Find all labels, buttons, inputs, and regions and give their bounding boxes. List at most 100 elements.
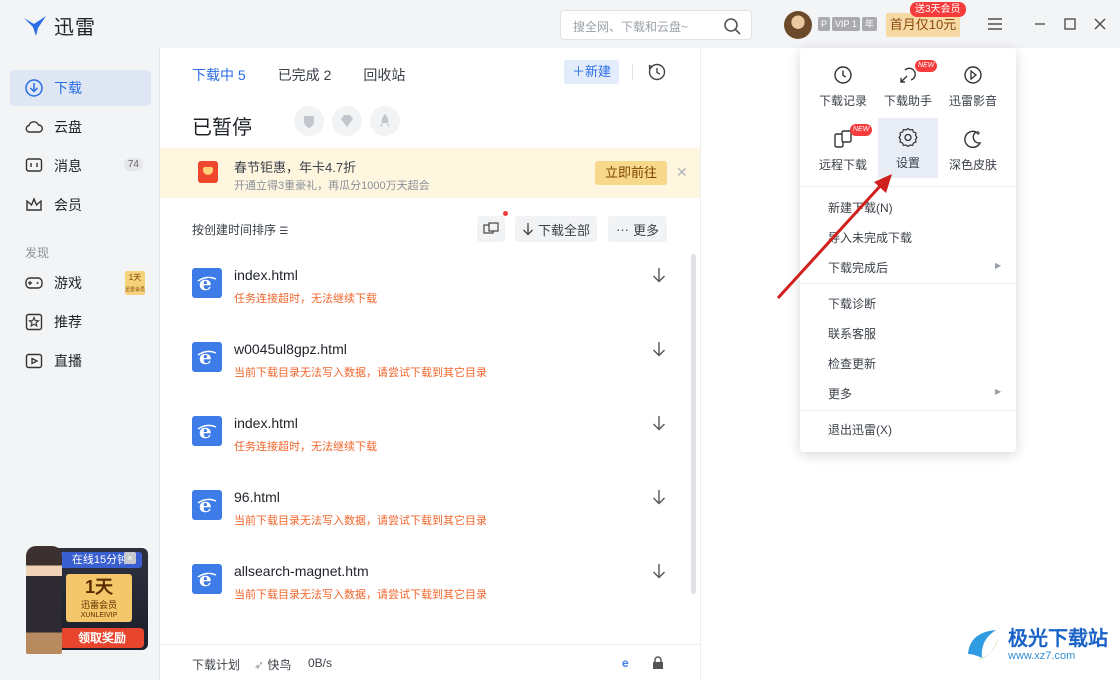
vip-badge: 年 (861, 17, 877, 31)
arrow-down-icon (523, 223, 533, 236)
file-name: 96.html (234, 489, 280, 505)
new-tag: NEW (850, 124, 873, 136)
resume-download-icon[interactable] (650, 340, 668, 358)
download-row[interactable]: e w0045ul8gpz.html 当前下载目录无法写入数据，请尝试下载到其它目录 (160, 328, 690, 402)
avatar[interactable] (784, 11, 812, 39)
watermark-text: 极光下载站 www.xz7.com (1008, 628, 1108, 663)
sidebar-item-membership[interactable]: 会员 (10, 187, 151, 223)
vip-badge: P (818, 17, 831, 31)
menu-download-history[interactable]: 下载记录 (812, 56, 874, 114)
menu-xunlei-player[interactable]: 迅雷影音 (942, 56, 1004, 114)
diamond-boost-icon[interactable] (332, 106, 362, 136)
maximize-button[interactable] (1060, 14, 1080, 34)
shield-boost-icon[interactable] (294, 106, 324, 136)
kuainiao-link[interactable]: ➶ 快鸟 (254, 656, 291, 673)
claim-reward-button[interactable]: 领取奖励 (60, 628, 144, 648)
more-label: 更多 (632, 222, 659, 238)
error-message: 当前下载目录无法写入数据，请尝试下载到其它目录 (234, 515, 487, 527)
resume-download-icon[interactable] (650, 414, 668, 432)
promo-card-day: 1天 (84, 577, 113, 597)
error-message: 当前下载目录无法写入数据，请尝试下载到其它目录 (234, 589, 487, 601)
rocket-boost-icon[interactable] (370, 106, 400, 136)
message-icon (25, 158, 43, 172)
error-message: 当前下载目录无法写入数据，请尝试下载到其它目录 (234, 367, 487, 379)
tab-downloading[interactable]: 下载中 5 (192, 65, 246, 85)
promo-card-reward: 1天 迅雷会员 XUNLEIVIP (66, 574, 132, 622)
svg-text:e: e (199, 346, 212, 368)
scrollbar[interactable] (691, 254, 696, 594)
minimize-button[interactable] (1030, 14, 1050, 34)
tab-completed[interactable]: 已完成 2 (278, 65, 332, 85)
app-title: 迅雷 (54, 17, 96, 39)
game-badge-label: 迅雷会员 (125, 287, 146, 293)
browser-icon[interactable]: e (622, 656, 629, 670)
lock-icon[interactable] (652, 656, 664, 673)
menu-exit[interactable]: 退出迅雷(X) (828, 421, 892, 438)
watermark-url: www.xz7.com (1008, 649, 1076, 662)
svg-text:e: e (199, 420, 212, 442)
promo-character-image (26, 546, 62, 654)
app-logo: 迅雷 (22, 11, 96, 40)
status-bar: 下载计划 ➶ 快鸟 0B/s e (160, 644, 700, 680)
menu-download-assistant[interactable]: 下载助手 NEW (877, 56, 939, 114)
sidebar-item-download[interactable]: 下载 (10, 70, 151, 106)
download-row[interactable]: e 96.html 当前下载目录无法写入数据，请尝试下载到其它目录 (160, 476, 690, 550)
menu-grid-label: 设置 (895, 156, 920, 170)
close-icon (1094, 18, 1106, 30)
download-plan-link[interactable]: 下载计划 (192, 656, 240, 673)
new-download-button[interactable]: ＋新建 (564, 60, 619, 84)
html-file-icon: e (192, 564, 222, 594)
resume-download-icon[interactable] (650, 266, 668, 284)
sidebar-item-live[interactable]: 直播 (10, 343, 151, 379)
sidebar-item-label: 会员 (54, 197, 82, 213)
error-message: 任务连接超时，无法继续下载 (234, 441, 377, 453)
close-button[interactable] (1090, 14, 1110, 34)
vip-badge: VIP 1 (832, 17, 860, 31)
sidebar-item-label: 消息 (54, 158, 82, 174)
sidebar-item-messages[interactable]: 消息 74 (10, 148, 151, 184)
download-row[interactable]: e allsearch-magnet.htm 当前下载目录无法写入数据，请尝试下载到… (160, 550, 690, 624)
side-promo-card[interactable]: 在线15分钟 1天 迅雷会员 XUNLEIVIP 领取奖励 × (26, 546, 148, 654)
star-icon (25, 313, 43, 331)
resume-download-icon[interactable] (650, 488, 668, 506)
download-row[interactable]: e index.html 任务连接超时，无法继续下载 (160, 402, 690, 476)
sidebar-item-recommend[interactable]: 推荐 (10, 304, 151, 340)
sidebar-item-cloud[interactable]: 云盘 (10, 109, 151, 145)
menu-dark-skin[interactable]: 深色皮肤 (942, 120, 1004, 178)
download-tabs: 下载中 5 已完成 2 回收站 (192, 65, 405, 85)
banner-title: 春节钜惠，年卡4.7折 (234, 160, 357, 175)
menu-grid-label: 深色皮肤 (948, 158, 997, 172)
sidebar-item-games[interactable]: 游戏 1天 迅雷会员 (10, 265, 151, 301)
menu-grid-label: 迅雷影音 (948, 94, 997, 108)
tab-recycle-bin[interactable]: 回收站 (363, 65, 405, 85)
sort-icon: ☰ (279, 226, 289, 237)
player-icon (964, 66, 982, 84)
device-button[interactable] (477, 216, 505, 242)
menu-customer-service[interactable]: 联系客服 (828, 325, 876, 342)
download-panel: 下载中 5 已完成 2 回收站 ＋新建 已暂停 春节钜惠，年卡4.7折 开通立得… (160, 48, 700, 680)
search-input[interactable]: 搜全网、下载和云盘~ (560, 10, 752, 40)
menu-check-update[interactable]: 检查更新 (828, 355, 876, 372)
banner-go-button[interactable]: 立即前往 (595, 161, 667, 185)
main-menu-button[interactable] (985, 14, 1005, 34)
cloud-icon (25, 121, 43, 133)
sort-dropdown[interactable]: 按创建时间排序 ☰ (192, 221, 288, 238)
download-row[interactable]: e index.html 任务连接超时，无法继续下载 (160, 254, 690, 328)
menu-grid-label: 下载记录 (818, 94, 867, 108)
history-icon[interactable] (646, 61, 668, 83)
search-icon[interactable] (723, 17, 741, 35)
thunder-bird-icon (24, 15, 46, 36)
menu-more[interactable]: 更多 (828, 385, 852, 402)
sidebar: 下载 云盘 消息 74 会员 发现 游戏 1天 迅雷会员 推荐 直播 在线15分钟… (0, 48, 160, 680)
promo-close-icon[interactable]: × (124, 552, 136, 564)
svg-text:e: e (199, 568, 212, 590)
divider (632, 64, 633, 80)
promo-card-en: XUNLEIVIP (80, 612, 118, 619)
more-button[interactable]: ··· 更多 (608, 216, 667, 242)
download-all-button[interactable]: 下载全部 (515, 216, 597, 242)
resume-download-icon[interactable] (650, 562, 668, 580)
sidebar-item-label: 下载 (54, 80, 82, 96)
menu-settings[interactable]: 设置 (878, 118, 938, 178)
banner-close-icon[interactable]: ✕ (676, 164, 688, 181)
sidebar-item-label: 游戏 (54, 275, 82, 291)
